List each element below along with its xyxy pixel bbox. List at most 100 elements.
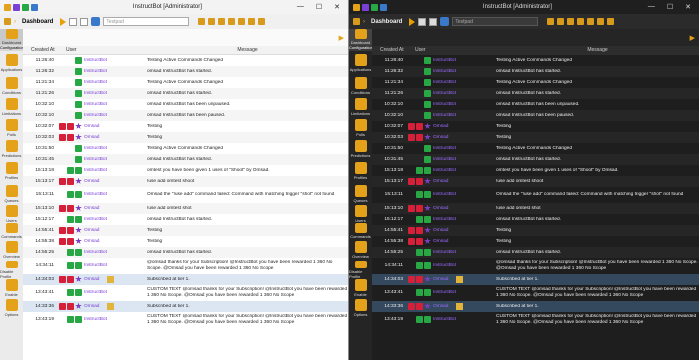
table-row[interactable]: 11:21:26 InstructBot omsad InstructBot has…: [372, 88, 699, 99]
sidebar-item-limitations[interactable]: Limitations: [349, 97, 372, 117]
table-row[interactable]: 13:43:19 InstructBot CUSTOM TEXT @omsad th…: [23, 312, 348, 328]
table-row[interactable]: 11:26:40 InstructBot Testing Active Comman…: [372, 55, 699, 66]
username[interactable]: Omsad: [84, 304, 99, 309]
username[interactable]: InstructBot: [433, 91, 456, 96]
username[interactable]: Omsad: [84, 135, 99, 140]
username[interactable]: InstructBot: [433, 317, 456, 322]
table-row[interactable]: 10:32:07 Omsad Testing: [372, 121, 699, 132]
list-icon[interactable]: [547, 18, 555, 25]
filter-icon[interactable]: [557, 18, 565, 25]
sidebar-item-applications[interactable]: Applications: [0, 51, 23, 75]
username[interactable]: InstructBot: [433, 217, 456, 222]
username[interactable]: InstructBot: [433, 113, 456, 118]
quick-icon[interactable]: [380, 3, 387, 11]
username[interactable]: InstructBot: [84, 113, 107, 118]
table-row[interactable]: 13:43:41 InstructBot CUSTOM TEXT @omsad th…: [372, 285, 699, 301]
close-button[interactable]: ✕: [685, 3, 691, 11]
sidebar-item-enable[interactable]: Enable: [349, 279, 372, 297]
grid-icon[interactable]: [577, 18, 585, 25]
username[interactable]: Omsad: [84, 124, 99, 129]
table-row[interactable]: 10:32:07 Omsad Testing: [23, 121, 348, 132]
refresh-button[interactable]: [440, 17, 450, 26]
refresh-button[interactable]: [91, 17, 101, 26]
list-icon[interactable]: [597, 18, 605, 25]
table-row[interactable]: 14:55:38 Omsad Testing: [23, 236, 348, 247]
link-icon[interactable]: [587, 18, 595, 25]
sidebar-item-polls[interactable]: Polls: [0, 117, 23, 139]
column-message[interactable]: Message: [494, 46, 699, 55]
username[interactable]: InstructBot: [84, 146, 107, 151]
table-row[interactable]: 11:26:40 InstructBot Testing Active Comman…: [23, 55, 348, 66]
sidebar-item-conditions[interactable]: Conditions: [349, 75, 372, 97]
sidebar-item-predictions[interactable]: Predictions: [349, 139, 372, 159]
username[interactable]: Omsad: [433, 277, 448, 282]
column-user[interactable]: User: [58, 46, 145, 54]
username[interactable]: InstructBot: [433, 102, 456, 107]
list-icon[interactable]: [198, 18, 206, 25]
username[interactable]: InstructBot: [433, 80, 456, 85]
table-row[interactable]: 10:31:45 InstructBot omsad InstructBot has…: [372, 154, 699, 165]
table-row[interactable]: 15:13:17 Omsad !use add omtest shoot: [372, 176, 699, 187]
username[interactable]: Omsad: [84, 277, 99, 282]
column-created-at[interactable]: Created At: [23, 46, 58, 54]
username[interactable]: InstructBot: [433, 157, 456, 162]
profile-select[interactable]: Testpad: [452, 17, 539, 26]
chevron-right-icon[interactable]: ▶: [690, 34, 695, 42]
username[interactable]: Omsad: [84, 228, 99, 233]
table-row[interactable]: 14:34:03 Omsad Subscribed at tier 1.: [23, 274, 348, 285]
table-row[interactable]: 14:55:41 Omsad Testing: [23, 225, 348, 236]
table-row[interactable]: 15:13:10 Omsad !use add omtest shot: [23, 203, 348, 214]
chat-icon[interactable]: [607, 18, 615, 25]
play-button[interactable]: [60, 17, 67, 26]
sidebar-item-queues[interactable]: Queues: [0, 183, 23, 205]
play-button[interactable]: [409, 17, 416, 26]
table-row[interactable]: 14:33:36 Omsad Subscribed at tier 1.: [23, 301, 348, 312]
table-row[interactable]: 15:13:17 Omsad !use add omtest shoot: [23, 176, 348, 187]
close-button[interactable]: ✕: [334, 3, 340, 11]
sidebar-item-disable-profile[interactable]: Disable Profile: [349, 261, 372, 279]
username[interactable]: InstructBot: [433, 58, 456, 63]
quick-icon[interactable]: [362, 3, 369, 11]
minimize-button[interactable]: —: [297, 3, 304, 11]
table-row[interactable]: 14:34:11 InstructBot @omsad thanks for you…: [23, 258, 348, 274]
sidebar-item-options[interactable]: Options: [349, 297, 372, 319]
table-row[interactable]: 15:13:11 InstructBot Omsad the "!use add" …: [372, 187, 699, 203]
table-row[interactable]: 14:33:36 Omsad Subscribed at tier 1.: [372, 301, 699, 312]
username[interactable]: InstructBot: [84, 80, 107, 85]
grid-icon[interactable]: [228, 18, 236, 25]
table-row[interactable]: 15:13:18 InstructBot omtest you have been …: [23, 165, 348, 176]
chat-icon[interactable]: [258, 18, 266, 25]
username[interactable]: InstructBot: [84, 263, 107, 268]
stop-button[interactable]: [69, 17, 78, 26]
sidebar-item-commands[interactable]: Commands: [349, 223, 372, 239]
username[interactable]: Omsad: [433, 124, 448, 129]
table-row[interactable]: 14:55:25 InstructBot omsad InstructBot has…: [372, 247, 699, 258]
chart-icon[interactable]: [567, 18, 575, 25]
username[interactable]: InstructBot: [84, 91, 107, 96]
sidebar-item-profiles[interactable]: Profiles: [0, 159, 23, 183]
link-icon[interactable]: [238, 18, 246, 25]
username[interactable]: InstructBot: [433, 290, 456, 295]
sidebar-item-overview[interactable]: Overview: [0, 239, 23, 261]
table-row[interactable]: 11:21:34 InstructBot Testing Active Comman…: [372, 77, 699, 88]
username[interactable]: Omsad: [84, 206, 99, 211]
minimize-button[interactable]: —: [648, 3, 655, 11]
quick-icon[interactable]: [31, 3, 38, 11]
table-row[interactable]: 10:32:10 InstructBot omsad InstructBot has…: [372, 99, 699, 110]
sidebar-item-predictions[interactable]: Predictions: [0, 139, 23, 159]
table-row[interactable]: 13:43:41 InstructBot CUSTOM TEXT @omsad th…: [23, 285, 348, 301]
username[interactable]: InstructBot: [433, 263, 456, 268]
username[interactable]: InstructBot: [84, 317, 107, 322]
sidebar-item-dashboard[interactable]: Dashboard: [0, 29, 23, 45]
chart-icon[interactable]: [218, 18, 226, 25]
table-row[interactable]: 14:34:11 InstructBot @omsad thanks for you…: [372, 258, 699, 274]
sidebar-item-queues[interactable]: Queues: [349, 183, 372, 205]
pause-button[interactable]: [429, 17, 438, 26]
table-row[interactable]: 11:26:32 InstructBot omsad InstructBot has…: [23, 66, 348, 77]
column-created-at[interactable]: Created At: [372, 46, 407, 55]
username[interactable]: Omsad: [433, 228, 448, 233]
sidebar-item-users[interactable]: Users: [0, 205, 23, 223]
username[interactable]: InstructBot: [433, 69, 456, 74]
table-row[interactable]: 10:32:10 InstructBot omsad InstructBot has…: [23, 99, 348, 110]
maximize-button[interactable]: ☐: [316, 3, 322, 11]
